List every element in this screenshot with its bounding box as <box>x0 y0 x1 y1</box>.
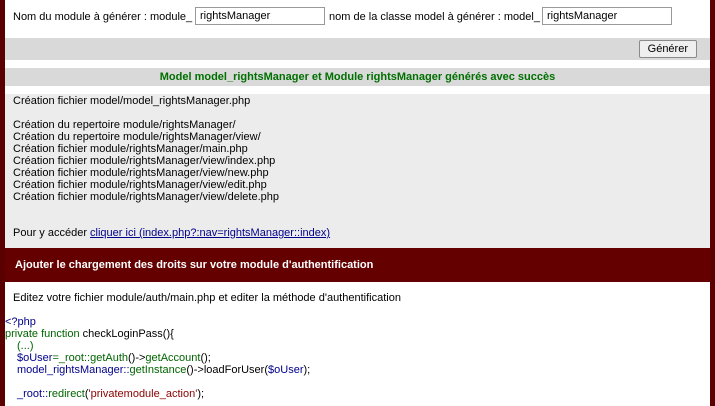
module-access-link[interactable]: cliquer ici (index.php?:nav=rightsManage… <box>90 227 330 239</box>
auth-instruction: Editez votre fichier module/auth/main.ph… <box>13 292 401 304</box>
code-token: ); <box>303 364 311 376</box>
module-name-label: Nom du module à générer : module_ <box>13 11 193 23</box>
success-message: Model model_rightsManager et Module righ… <box>5 68 710 86</box>
spacer-2 <box>5 86 710 94</box>
auth-instructions-panel: Editez votre fichier module/auth/main.ph… <box>5 282 710 406</box>
file-line: Création fichier module/rightsManager/vi… <box>13 167 269 179</box>
code-line-loadforuser: model_rightsManager::getInstance()->load… <box>17 364 310 376</box>
code-line-getaccount: $oUser=_root::getAuth()->getAccount(); <box>17 352 211 364</box>
code-token: getAuth <box>90 352 128 364</box>
class-name-input[interactable] <box>542 7 672 25</box>
code-punct: (){ <box>162 328 174 340</box>
code-token: ); <box>197 388 205 400</box>
code-token: model_rightsManager:: <box>17 364 130 376</box>
code-function-line: private function checkLoginPass(){ <box>5 328 174 340</box>
code-token: loadForUser <box>203 364 265 376</box>
access-line: Pour y accéder cliquer ici (index.php?:n… <box>13 227 330 239</box>
auth-section-title: Ajouter le chargement des droits sur vot… <box>5 248 710 282</box>
code-token: getInstance <box>129 364 187 376</box>
file-line: Création fichier module/rightsManager/vi… <box>13 191 279 203</box>
file-line: Création fichier module/rightsManager/ma… <box>13 143 248 155</box>
code-var: $oUser <box>17 352 53 364</box>
code-token: ()-> <box>128 352 146 364</box>
module-name-input[interactable] <box>195 7 325 25</box>
file-line: Création du repertoire module/rightsMana… <box>13 119 236 131</box>
action-bar: Générer <box>5 38 710 60</box>
code-token: =_root:: <box>52 352 91 364</box>
access-label: Pour y accéder <box>13 227 87 239</box>
generator-form: Nom du module à générer : module_ nom de… <box>5 0 710 38</box>
file-line: Création fichier module/rightsManager/vi… <box>13 155 276 167</box>
code-token: getAccount <box>145 352 201 364</box>
code-string: 'privatemodule_action' <box>88 388 198 400</box>
code-ellipsis: (...) <box>17 340 34 352</box>
code-token: redirect <box>48 388 85 400</box>
spacer <box>5 60 710 68</box>
file-line: Création fichier module/rightsManager/vi… <box>13 179 267 191</box>
code-keyword: private function <box>5 328 80 340</box>
model-file-line: Création fichier model/model_rightsManag… <box>13 95 251 107</box>
code-token: (); <box>200 352 211 364</box>
code-open-tag: <?php <box>5 316 36 328</box>
code-token: _root:: <box>17 388 49 400</box>
code-line-redirect: _root::redirect('privatemodule_action'); <box>17 388 204 400</box>
code-var: $oUser <box>268 364 304 376</box>
generated-files-panel: Création fichier model/model_rightsManag… <box>5 94 710 248</box>
generate-button[interactable]: Générer <box>638 40 697 58</box>
code-function-name: checkLoginPass <box>82 328 163 340</box>
file-line: Création du repertoire module/rightsMana… <box>13 131 261 143</box>
code-token: ()-> <box>186 364 204 376</box>
class-name-label: nom de la classe model à générer : model… <box>329 11 540 23</box>
